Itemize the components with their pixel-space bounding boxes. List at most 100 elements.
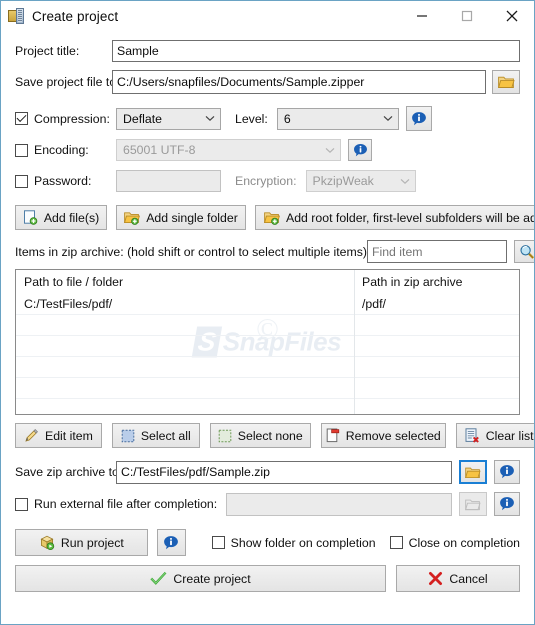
info-icon bbox=[411, 111, 426, 125]
clear-list-icon bbox=[465, 428, 480, 443]
encryption-value: PkzipWeak bbox=[312, 174, 374, 188]
select-none-button[interactable]: Select none bbox=[209, 423, 311, 448]
dialog-body: Project title: Save project file to: Com… bbox=[1, 40, 534, 592]
save-zip-input[interactable] bbox=[116, 460, 452, 484]
table-row[interactable]: C:/TestFiles/pdf/ /pdf/ bbox=[16, 293, 519, 314]
column-header-path: Path to file / folder bbox=[24, 274, 124, 289]
run-external-input[interactable] bbox=[226, 492, 452, 516]
list-empty-row[interactable] bbox=[16, 314, 519, 335]
run-external-checkbox[interactable] bbox=[15, 497, 28, 511]
close-on-completion-label: Close on completion bbox=[408, 535, 520, 550]
run-project-info-button[interactable] bbox=[156, 529, 186, 556]
red-x-icon bbox=[428, 571, 443, 586]
project-title-label: Project title: bbox=[15, 44, 80, 58]
maximize-button[interactable] bbox=[444, 1, 489, 31]
chevron-down-icon bbox=[378, 115, 398, 122]
list-empty-row[interactable] bbox=[16, 377, 519, 398]
find-item-input[interactable] bbox=[366, 240, 507, 263]
info-icon bbox=[353, 143, 367, 156]
show-folder-checkbox[interactable] bbox=[211, 536, 225, 549]
encryption-dropdown[interactable]: PkzipWeak bbox=[305, 170, 416, 192]
compression-method-dropdown[interactable]: Deflate bbox=[116, 107, 221, 130]
create-project-button[interactable]: Create project bbox=[15, 565, 386, 592]
encoding-dropdown[interactable]: 65001 UTF-8 bbox=[116, 139, 341, 161]
window-controls bbox=[399, 1, 534, 31]
remove-item-icon bbox=[326, 428, 340, 443]
save-zip-label: Save zip archive to: bbox=[15, 465, 123, 479]
row-zip-path: /pdf/ bbox=[362, 296, 386, 311]
save-project-browse-button[interactable] bbox=[492, 70, 520, 94]
password-label: Password: bbox=[34, 174, 92, 188]
compression-checkbox[interactable] bbox=[15, 112, 28, 125]
add-single-folder-label: Add single folder bbox=[146, 210, 238, 225]
folder-add-icon bbox=[264, 211, 280, 225]
list-actions-row: Edit item Select all Select none Remove … bbox=[15, 423, 534, 448]
clear-list-button[interactable]: Clear list bbox=[455, 423, 534, 448]
password-row: Password: Encryption: PkzipWeak bbox=[15, 170, 520, 192]
select-all-button[interactable]: Select all bbox=[111, 423, 200, 448]
column-divider bbox=[354, 270, 355, 414]
compression-level-value: 6 bbox=[283, 111, 291, 126]
create-project-label: Create project bbox=[173, 571, 251, 586]
run-external-row: Run external file after completion: bbox=[15, 492, 520, 516]
project-title-input[interactable] bbox=[112, 40, 520, 62]
compression-method-value: Deflate bbox=[123, 111, 162, 126]
close-on-completion-checkbox[interactable] bbox=[389, 536, 403, 549]
add-single-folder-button[interactable]: Add single folder bbox=[116, 205, 246, 230]
package-run-icon bbox=[39, 535, 55, 551]
chevron-down-icon bbox=[320, 147, 340, 154]
compression-label: Compression: bbox=[34, 111, 110, 126]
clear-list-label: Clear list bbox=[485, 428, 534, 443]
info-icon bbox=[500, 465, 514, 479]
encoding-label: Encoding: bbox=[34, 143, 89, 157]
folder-open-icon bbox=[497, 76, 515, 88]
encoding-info-button[interactable] bbox=[348, 139, 372, 161]
pencil-edit-icon bbox=[24, 428, 39, 443]
compression-row: Compression: Deflate Level: 6 bbox=[15, 106, 520, 131]
save-zip-browse-button[interactable] bbox=[459, 460, 487, 484]
compression-level-dropdown[interactable]: 6 bbox=[276, 107, 399, 130]
list-empty-row[interactable] bbox=[16, 356, 519, 377]
search-magnifier-icon bbox=[520, 244, 534, 259]
password-input[interactable] bbox=[116, 170, 221, 192]
add-files-label: Add file(s) bbox=[43, 210, 100, 225]
project-title-row: Project title: bbox=[15, 40, 520, 62]
add-root-folder-button[interactable]: Add root folder, first-level subfolders … bbox=[255, 205, 535, 230]
list-empty-row[interactable] bbox=[16, 398, 519, 414]
save-project-label: Save project file to: bbox=[15, 75, 120, 89]
save-zip-row: Save zip archive to: bbox=[15, 460, 520, 484]
edit-item-button[interactable]: Edit item bbox=[15, 423, 102, 448]
show-folder-label: Show folder on completion bbox=[230, 535, 376, 550]
run-external-info-button[interactable] bbox=[494, 492, 520, 516]
remove-selected-button[interactable]: Remove selected bbox=[320, 423, 446, 448]
column-header-zip-path: Path in zip archive bbox=[362, 274, 463, 289]
run-project-label: Run project bbox=[60, 535, 124, 550]
minimize-button[interactable] bbox=[399, 1, 444, 31]
list-empty-row[interactable] bbox=[16, 335, 519, 356]
run-project-button[interactable]: Run project bbox=[15, 529, 148, 556]
add-root-folder-label: Add root folder, first-level subfolders … bbox=[286, 210, 535, 225]
items-list[interactable]: © S SnapFiles Path to file / folder Path … bbox=[15, 269, 520, 415]
save-zip-info-button[interactable] bbox=[494, 460, 520, 484]
encoding-row: Encoding: 65001 UTF-8 bbox=[15, 139, 520, 161]
chevron-down-icon bbox=[200, 115, 220, 122]
password-checkbox[interactable] bbox=[15, 174, 28, 188]
save-project-input[interactable] bbox=[112, 70, 486, 94]
items-in-archive-label: Items in zip archive: (hold shift or con… bbox=[15, 244, 367, 259]
file-add-icon bbox=[23, 210, 38, 225]
compression-info-button[interactable] bbox=[405, 106, 432, 131]
select-all-label: Select all bbox=[140, 428, 191, 443]
cancel-button[interactable]: Cancel bbox=[396, 565, 520, 592]
create-project-window: Create project Project title: Save proje… bbox=[0, 0, 535, 625]
folder-open-icon bbox=[465, 467, 481, 478]
close-button[interactable] bbox=[489, 1, 534, 31]
edit-item-label: Edit item bbox=[45, 428, 93, 443]
select-none-label: Select none bbox=[237, 428, 303, 443]
add-files-button[interactable]: Add file(s) bbox=[15, 205, 107, 230]
encoding-checkbox[interactable] bbox=[15, 143, 28, 157]
find-item-button[interactable] bbox=[513, 240, 534, 263]
select-all-icon bbox=[121, 429, 135, 443]
items-toolbar: Items in zip archive: (hold shift or con… bbox=[15, 240, 534, 263]
window-title: Create project bbox=[32, 8, 119, 24]
run-external-browse-button[interactable] bbox=[459, 492, 487, 516]
